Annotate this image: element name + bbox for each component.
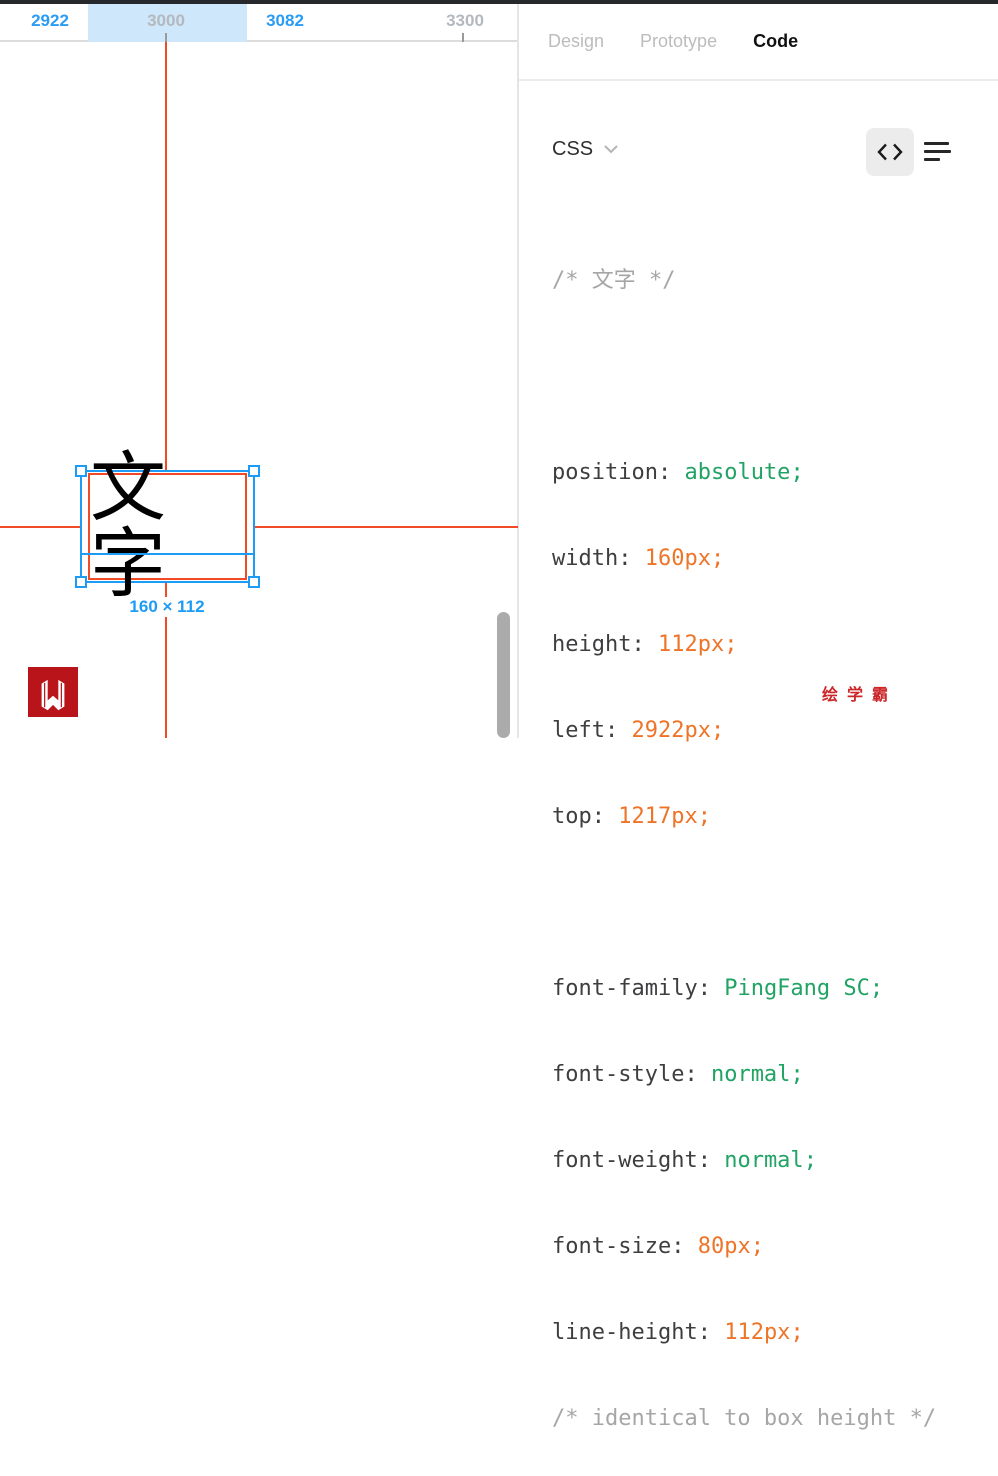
css-code-block: /* 文字 */ position: absolute; width: 160p… bbox=[552, 213, 992, 1476]
resize-handle-top-right[interactable] bbox=[248, 465, 260, 477]
canvas-scrollbar-thumb[interactable] bbox=[497, 612, 510, 738]
ruler-mark: 3082 bbox=[266, 11, 304, 30]
inspector-tabs: Design Prototype Code bbox=[519, 4, 998, 81]
language-label: CSS bbox=[552, 138, 594, 160]
line-icon-bar bbox=[924, 142, 949, 145]
resize-handle-bottom-left[interactable] bbox=[75, 576, 87, 588]
vertical-guide[interactable] bbox=[165, 42, 167, 738]
line-icon-bar bbox=[924, 158, 940, 161]
canvas-area[interactable]: 2922 3000 3082 3300 文字 160 × 112 bbox=[0, 4, 519, 738]
code-toolbar: CSS bbox=[519, 128, 998, 176]
watermark-text: 绘学霸 bbox=[822, 687, 898, 704]
code-brackets-icon bbox=[877, 143, 903, 161]
ruler-mark: 3000 bbox=[147, 11, 185, 30]
line-icon-bar bbox=[924, 150, 951, 153]
tab-design[interactable]: Design bbox=[548, 31, 604, 52]
language-dropdown[interactable]: CSS bbox=[552, 138, 618, 161]
ruler-mark: 2922 bbox=[31, 11, 69, 30]
text-bounding-box: 文字 bbox=[88, 450, 247, 602]
chevron-down-icon bbox=[604, 145, 618, 154]
code-line: line-height: 112px; bbox=[552, 1320, 804, 1345]
horizontal-guide[interactable] bbox=[0, 526, 518, 528]
code-spacer bbox=[552, 349, 992, 405]
resize-handle-bottom-right[interactable] bbox=[248, 576, 260, 588]
window-top-edge bbox=[0, 0, 998, 4]
code-comment: /* 文字 */ bbox=[552, 268, 676, 293]
canvas-text[interactable]: 文字 bbox=[90, 450, 245, 603]
selection-size-label: 160 × 112 bbox=[121, 597, 213, 617]
tab-prototype[interactable]: Prototype bbox=[640, 31, 717, 52]
code-view-button[interactable] bbox=[866, 128, 914, 176]
table-view-button[interactable] bbox=[924, 142, 951, 163]
text-baseline-indicator bbox=[80, 553, 255, 555]
logo-w-icon bbox=[41, 679, 65, 711]
huixueba-logo bbox=[28, 667, 78, 717]
inspector-panel: Design Prototype Code CSS /* 文字 */ posit… bbox=[519, 4, 998, 1431]
code-line: font-family: PingFang SC; bbox=[552, 976, 884, 1001]
code-comment: /* identical to box height */ bbox=[552, 1406, 937, 1431]
watermark-overlay: 绘学霸 bbox=[745, 664, 998, 738]
code-line: font-style: normal; bbox=[552, 1062, 804, 1087]
ruler-mark: 3300 bbox=[446, 11, 484, 30]
resize-handle-top-left[interactable] bbox=[75, 465, 87, 477]
tab-code[interactable]: Code bbox=[753, 31, 798, 52]
code-line: width: 160px; bbox=[552, 546, 725, 571]
ruler-tick bbox=[462, 33, 464, 42]
code-line: position: absolute; bbox=[552, 460, 804, 485]
selected-text-element[interactable]: 文字 bbox=[75, 450, 260, 602]
code-spacer bbox=[552, 885, 992, 921]
code-line: font-weight: normal; bbox=[552, 1148, 817, 1173]
code-line: font-size: 80px; bbox=[552, 1234, 764, 1259]
ruler-tick bbox=[165, 33, 167, 42]
horizontal-ruler: 2922 3000 3082 3300 bbox=[0, 4, 517, 42]
code-line: top: 1217px; bbox=[552, 804, 711, 829]
code-line: height: 112px; bbox=[552, 632, 738, 657]
